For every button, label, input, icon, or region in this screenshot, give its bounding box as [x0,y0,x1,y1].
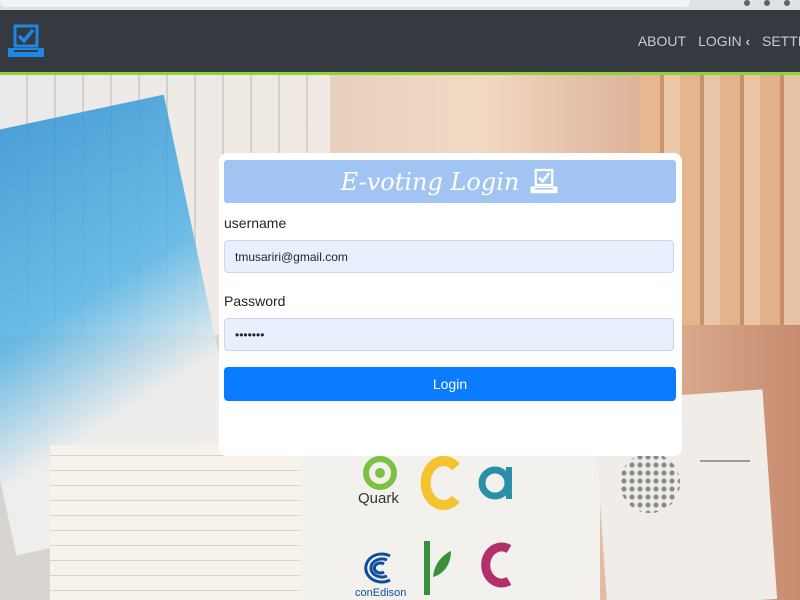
quark-logo-text: Quark [358,490,399,507]
c-gradient-logo-icon [481,542,512,588]
login-button[interactable]: Login [224,367,676,401]
nav-settings[interactable]: SETTINGS [762,33,800,49]
navbar: ABOUT LOGIN ‹ SETTINGS [0,10,800,75]
a-logo-icon [478,466,512,500]
c-logo-icon [420,456,460,510]
login-title: E-voting Login [340,167,520,196]
leaf-logo-icon [424,541,451,595]
ballot-box-check-icon [530,168,558,193]
login-card: E-voting Login username Password Login [219,153,682,456]
science-park-logo-icon [700,460,750,492]
nav-login-label: LOGIN [698,33,742,49]
browser-controls [744,0,790,8]
username-label: username [224,215,287,231]
conedison-logo-icon [364,552,391,584]
dots-logo-icon [620,453,680,513]
password-input[interactable] [224,318,674,351]
browser-chrome [0,0,800,10]
browser-control-icon[interactable] [744,0,750,6]
browser-control-icon[interactable] [784,0,790,6]
nav-about[interactable]: ABOUT [638,33,686,49]
ballot-box-check-icon[interactable] [6,24,46,60]
nav-links: ABOUT LOGIN ‹ SETTINGS [638,10,800,72]
nav-login[interactable]: LOGIN ‹ [698,33,750,49]
username-input[interactable] [224,240,674,273]
quark-logo-icon [363,456,397,490]
background-notebook [50,445,300,600]
conedison-logo-text: conEdison [355,587,407,599]
chevron-left-icon: ‹ [745,33,750,49]
login-card-header: E-voting Login [224,160,676,203]
browser-address-bar[interactable] [0,0,690,7]
browser-control-icon[interactable] [764,0,770,6]
password-label: Password [224,293,286,309]
